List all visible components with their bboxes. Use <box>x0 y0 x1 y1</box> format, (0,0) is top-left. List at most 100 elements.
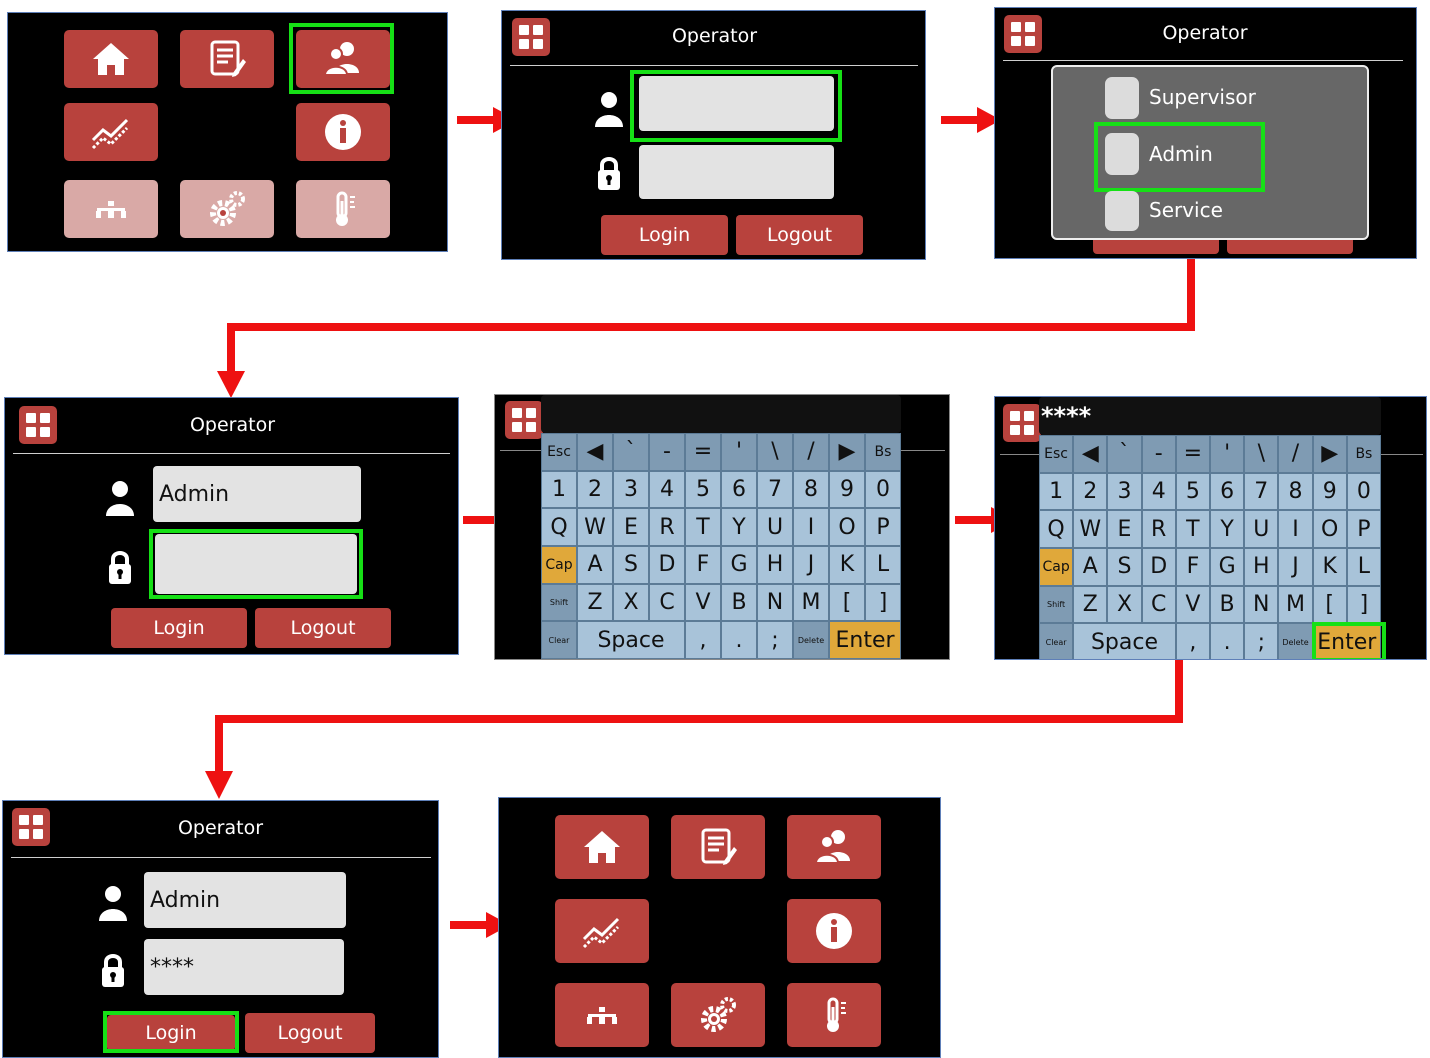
key-0-5[interactable]: ' <box>721 433 757 471</box>
key-2-4[interactable]: T <box>685 508 721 546</box>
key-1-4[interactable]: 5 <box>1175 472 1210 511</box>
key-3-0[interactable]: Cap <box>541 546 577 584</box>
key-1-3[interactable]: 4 <box>1141 472 1176 511</box>
menu-grid-icon[interactable] <box>19 406 57 444</box>
key-2-0[interactable]: Q <box>1039 510 1074 548</box>
key-3-7[interactable]: J <box>1278 548 1313 586</box>
key-3-6[interactable]: H <box>1244 548 1279 586</box>
role-checkbox-supervisor[interactable] <box>1105 77 1139 119</box>
key-4-2[interactable]: X <box>1107 585 1142 624</box>
key-1-1[interactable]: 2 <box>1073 472 1108 511</box>
key-2-5[interactable]: Y <box>1210 510 1245 548</box>
key-2-3[interactable]: R <box>649 508 685 546</box>
key-4-6[interactable]: N <box>1244 585 1279 624</box>
key-4-7[interactable]: M <box>1278 585 1313 624</box>
login-button[interactable]: Login <box>601 215 728 255</box>
key-3-7[interactable]: J <box>793 546 829 584</box>
key-4-0[interactable]: Shift <box>541 583 577 622</box>
login-button[interactable]: Login <box>111 608 247 648</box>
key-1-1[interactable]: 2 <box>577 470 613 509</box>
logout-button[interactable]: Logout <box>736 215 863 255</box>
key-clear[interactable]: Clear <box>541 621 577 659</box>
key-period[interactable]: . <box>1210 623 1245 659</box>
key-2-5[interactable]: Y <box>721 508 757 546</box>
key-2-0[interactable]: Q <box>541 508 577 546</box>
key-0-0[interactable]: Esc <box>1039 435 1074 473</box>
key-space[interactable]: Space <box>577 621 685 659</box>
key-2-8[interactable]: O <box>829 508 865 546</box>
key-delete[interactable]: Delete <box>793 621 829 659</box>
key-1-6[interactable]: 7 <box>1244 472 1279 511</box>
key-3-9[interactable]: L <box>1346 548 1381 586</box>
network-tile[interactable] <box>555 983 649 1047</box>
key-2-2[interactable]: E <box>613 508 649 546</box>
key-0-1[interactable]: ◀ <box>577 433 613 471</box>
key-3-4[interactable]: F <box>685 546 721 584</box>
key-4-2[interactable]: X <box>613 583 649 622</box>
key-0-6[interactable]: \ <box>1244 435 1279 473</box>
key-4-9[interactable]: ] <box>1346 585 1381 624</box>
key-0-8[interactable]: ▶ <box>1312 435 1347 473</box>
key-2-2[interactable]: E <box>1107 510 1142 548</box>
role-option-supervisor[interactable]: Supervisor <box>1149 85 1256 109</box>
key-0-5[interactable]: ' <box>1210 435 1245 473</box>
key-4-3[interactable]: C <box>1141 585 1176 624</box>
key-4-0[interactable]: Shift <box>1039 585 1074 624</box>
key-2-7[interactable]: I <box>793 508 829 546</box>
documents-tile[interactable] <box>180 30 274 88</box>
key-2-6[interactable]: U <box>757 508 793 546</box>
key-1-4[interactable]: 5 <box>685 470 721 509</box>
key-4-8[interactable]: [ <box>1312 585 1347 624</box>
key-2-1[interactable]: W <box>1073 510 1108 548</box>
key-2-4[interactable]: T <box>1175 510 1210 548</box>
key-semicolon[interactable]: ; <box>757 621 793 659</box>
key-1-0[interactable]: 1 <box>1039 472 1074 511</box>
home-tile[interactable] <box>64 30 158 88</box>
key-0-4[interactable]: = <box>685 433 721 471</box>
menu-grid-icon[interactable] <box>512 18 550 56</box>
logout-button[interactable]: Logout <box>245 1013 375 1053</box>
key-1-8[interactable]: 9 <box>829 470 865 509</box>
key-3-0[interactable]: Cap <box>1039 548 1074 586</box>
key-2-6[interactable]: U <box>1244 510 1279 548</box>
key-0-4[interactable]: = <box>1175 435 1210 473</box>
trend-tile[interactable] <box>555 899 649 963</box>
key-3-3[interactable]: D <box>1141 548 1176 586</box>
operator-tile[interactable] <box>787 815 881 879</box>
role-checkbox-service[interactable] <box>1105 191 1139 231</box>
key-1-7[interactable]: 8 <box>1278 472 1313 511</box>
key-2-3[interactable]: R <box>1141 510 1176 548</box>
thermometer-tile[interactable] <box>787 983 881 1047</box>
key-0-7[interactable]: / <box>1278 435 1313 473</box>
key-semicolon[interactable]: ; <box>1244 623 1279 659</box>
trend-tile[interactable] <box>64 103 158 161</box>
key-0-9[interactable]: Bs <box>1346 435 1381 473</box>
key-4-7[interactable]: M <box>793 583 829 622</box>
key-1-2[interactable]: 3 <box>613 470 649 509</box>
key-2-7[interactable]: I <box>1278 510 1313 548</box>
key-0-3[interactable]: - <box>1141 435 1176 473</box>
key-1-5[interactable]: 6 <box>1210 472 1245 511</box>
key-1-5[interactable]: 6 <box>721 470 757 509</box>
key-2-9[interactable]: P <box>1346 510 1381 548</box>
key-4-3[interactable]: C <box>649 583 685 622</box>
key-2-8[interactable]: O <box>1312 510 1347 548</box>
key-3-2[interactable]: S <box>1107 548 1142 586</box>
key-4-1[interactable]: Z <box>577 583 613 622</box>
key-0-8[interactable]: ▶ <box>829 433 865 471</box>
key-enter[interactable]: Enter <box>829 621 901 659</box>
key-0-2[interactable]: ` <box>1107 435 1142 473</box>
username-field[interactable]: Admin <box>153 466 361 522</box>
key-1-7[interactable]: 8 <box>793 470 829 509</box>
key-1-8[interactable]: 9 <box>1312 472 1347 511</box>
key-2-1[interactable]: W <box>577 508 613 546</box>
info-tile[interactable] <box>296 103 390 161</box>
menu-grid-icon[interactable] <box>505 401 543 439</box>
menu-grid-icon[interactable] <box>12 808 50 846</box>
key-1-3[interactable]: 4 <box>649 470 685 509</box>
key-0-7[interactable]: / <box>793 433 829 471</box>
username-field[interactable]: Admin <box>144 872 346 928</box>
password-field[interactable]: **** <box>144 939 344 995</box>
key-clear[interactable]: Clear <box>1039 623 1074 659</box>
key-3-6[interactable]: H <box>757 546 793 584</box>
